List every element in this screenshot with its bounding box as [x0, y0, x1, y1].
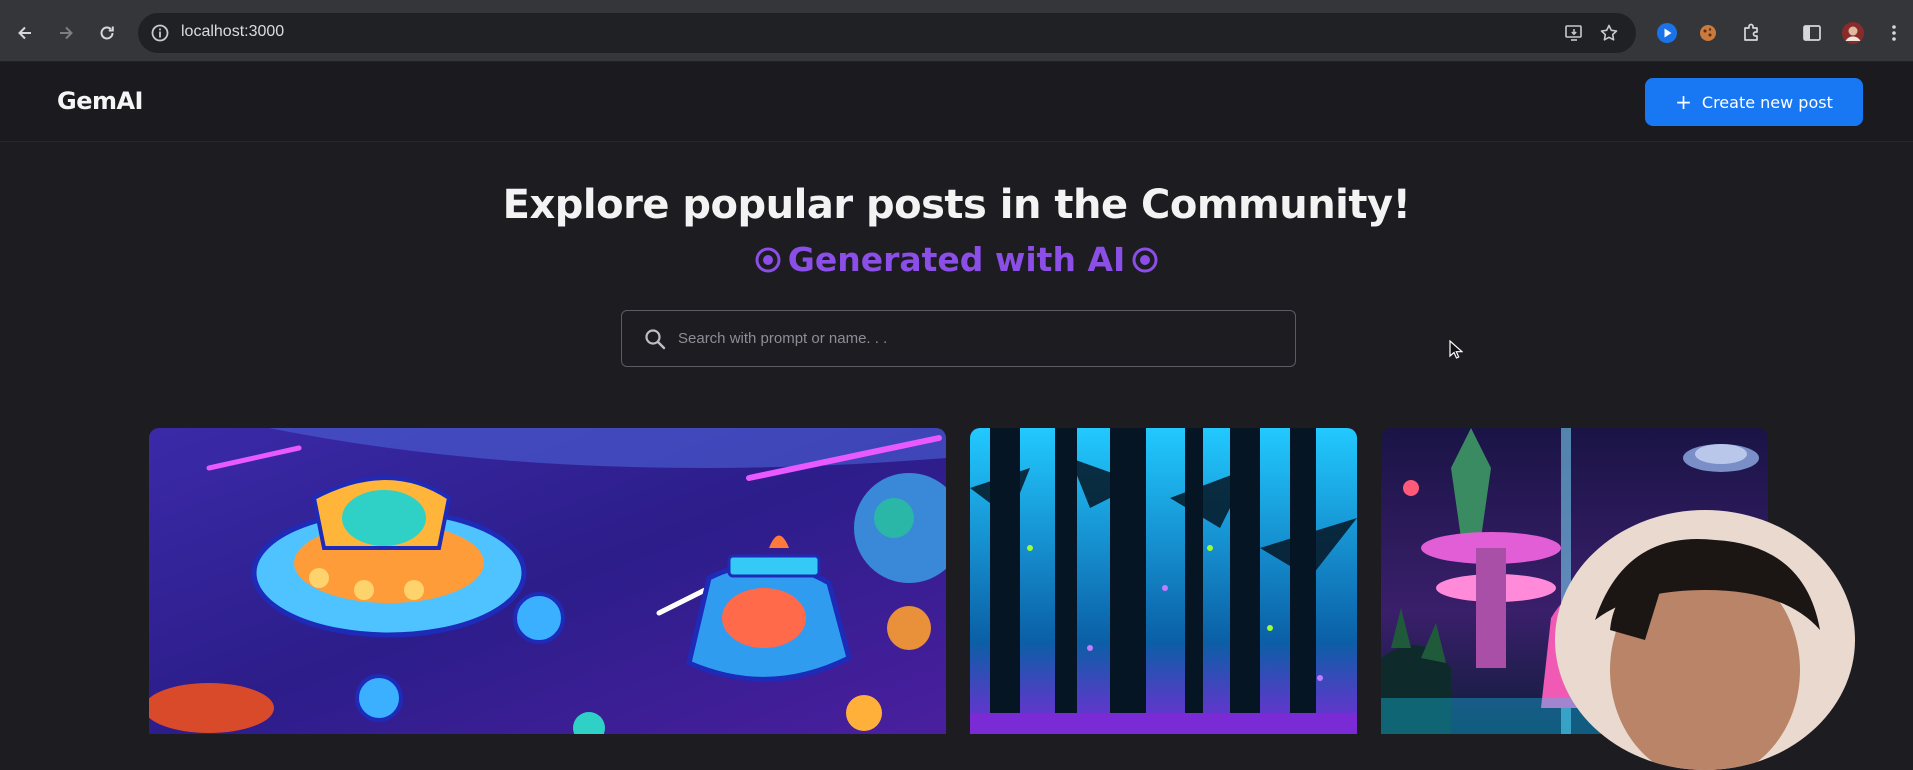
post-image-neon-forest: [970, 428, 1357, 734]
mouse-cursor-icon: [1449, 339, 1464, 364]
post-image-space-ships: [149, 428, 946, 734]
reload-icon[interactable]: [90, 16, 124, 50]
bookmark-star-icon[interactable]: [1597, 21, 1621, 45]
search-box[interactable]: [621, 310, 1296, 367]
profile-avatar-icon[interactable]: [1840, 20, 1866, 46]
back-icon[interactable]: [8, 16, 42, 50]
create-new-post-label: Create new post: [1701, 92, 1833, 112]
webcam-overlay: [1555, 510, 1855, 770]
subtitle-text: Generated with AI: [787, 240, 1126, 279]
browser-toolbar: localhost:3000: [0, 0, 1913, 62]
browser-menu-icon[interactable]: [1881, 20, 1907, 46]
search-input[interactable]: [678, 311, 1278, 366]
install-app-icon[interactable]: [1562, 21, 1586, 45]
search-icon: [644, 328, 666, 354]
site-info-icon[interactable]: [150, 23, 170, 47]
extension-cookie-icon[interactable]: [1695, 20, 1721, 46]
target-icon-left: [754, 246, 782, 274]
app-logo[interactable]: GemAI: [57, 87, 144, 115]
create-new-post-button[interactable]: + Create new post: [1645, 78, 1863, 126]
side-panel-icon[interactable]: [1799, 20, 1825, 46]
page-subtitle: Generated with AI: [0, 240, 1913, 279]
extensions-puzzle-icon[interactable]: [1738, 20, 1764, 46]
address-bar[interactable]: localhost:3000: [138, 13, 1636, 53]
plus-icon: +: [1675, 90, 1692, 114]
target-icon-right: [1131, 246, 1159, 274]
forward-icon[interactable]: [49, 16, 83, 50]
post-card[interactable]: [149, 428, 946, 734]
address-url[interactable]: localhost:3000: [181, 23, 284, 41]
post-card[interactable]: [970, 428, 1357, 734]
page-title: Explore popular posts in the Community!: [502, 182, 1411, 228]
app-header: GemAI + Create new post: [0, 62, 1913, 142]
extension-play-icon[interactable]: [1654, 20, 1680, 46]
